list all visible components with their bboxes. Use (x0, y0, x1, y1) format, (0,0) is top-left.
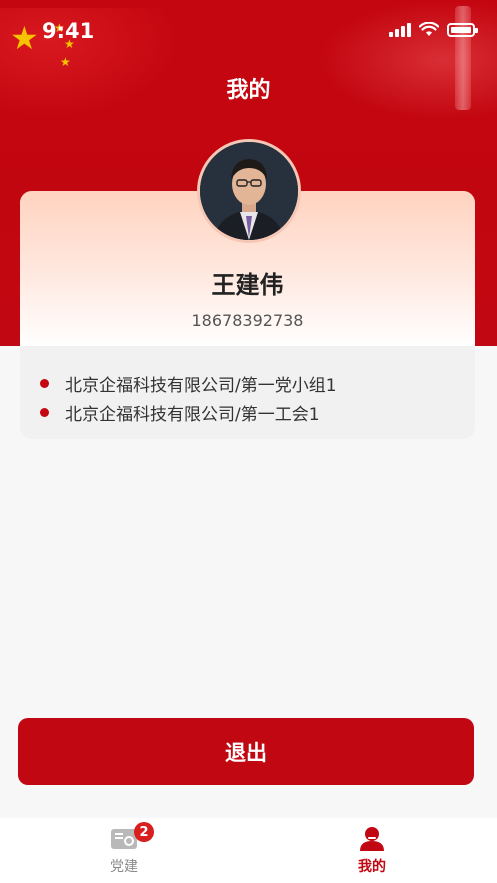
tab-bar: 2 党建 我的 (0, 818, 497, 883)
party-building-icon: 2 (110, 822, 154, 852)
tab-label: 我的 (358, 859, 386, 875)
tab-party-building[interactable]: 2 党建 (0, 818, 248, 883)
status-bar: 9:41 (0, 0, 497, 60)
user-phone: 18678392738 (191, 311, 304, 330)
organization-list: 北京企福科技有限公司/第一党小组1 北京企福科技有限公司/第一工会1 (40, 369, 337, 427)
organization-label: 北京企福科技有限公司/第一工会1 (65, 405, 320, 425)
list-item: 北京企福科技有限公司/第一工会1 (40, 398, 337, 427)
avatar[interactable] (197, 139, 301, 243)
status-time: 9:41 (42, 19, 95, 43)
tab-label: 党建 (110, 859, 138, 875)
notification-badge: 2 (134, 822, 154, 842)
status-icons (389, 22, 478, 37)
signal-icon (389, 22, 411, 37)
wifi-icon (419, 22, 439, 36)
tab-mine[interactable]: 我的 (248, 818, 496, 883)
avatar-portrait (200, 142, 298, 240)
organization-label: 北京企福科技有限公司/第一党小组1 (65, 376, 337, 396)
battery-icon (447, 22, 478, 37)
bullet-icon (40, 408, 49, 417)
logout-button[interactable]: 退出 (18, 718, 474, 785)
bullet-icon (40, 379, 49, 388)
user-icon (358, 826, 386, 852)
user-name: 王建伟 (211, 271, 284, 299)
page-title: 我的 (226, 78, 271, 103)
list-item: 北京企福科技有限公司/第一党小组1 (40, 369, 337, 398)
